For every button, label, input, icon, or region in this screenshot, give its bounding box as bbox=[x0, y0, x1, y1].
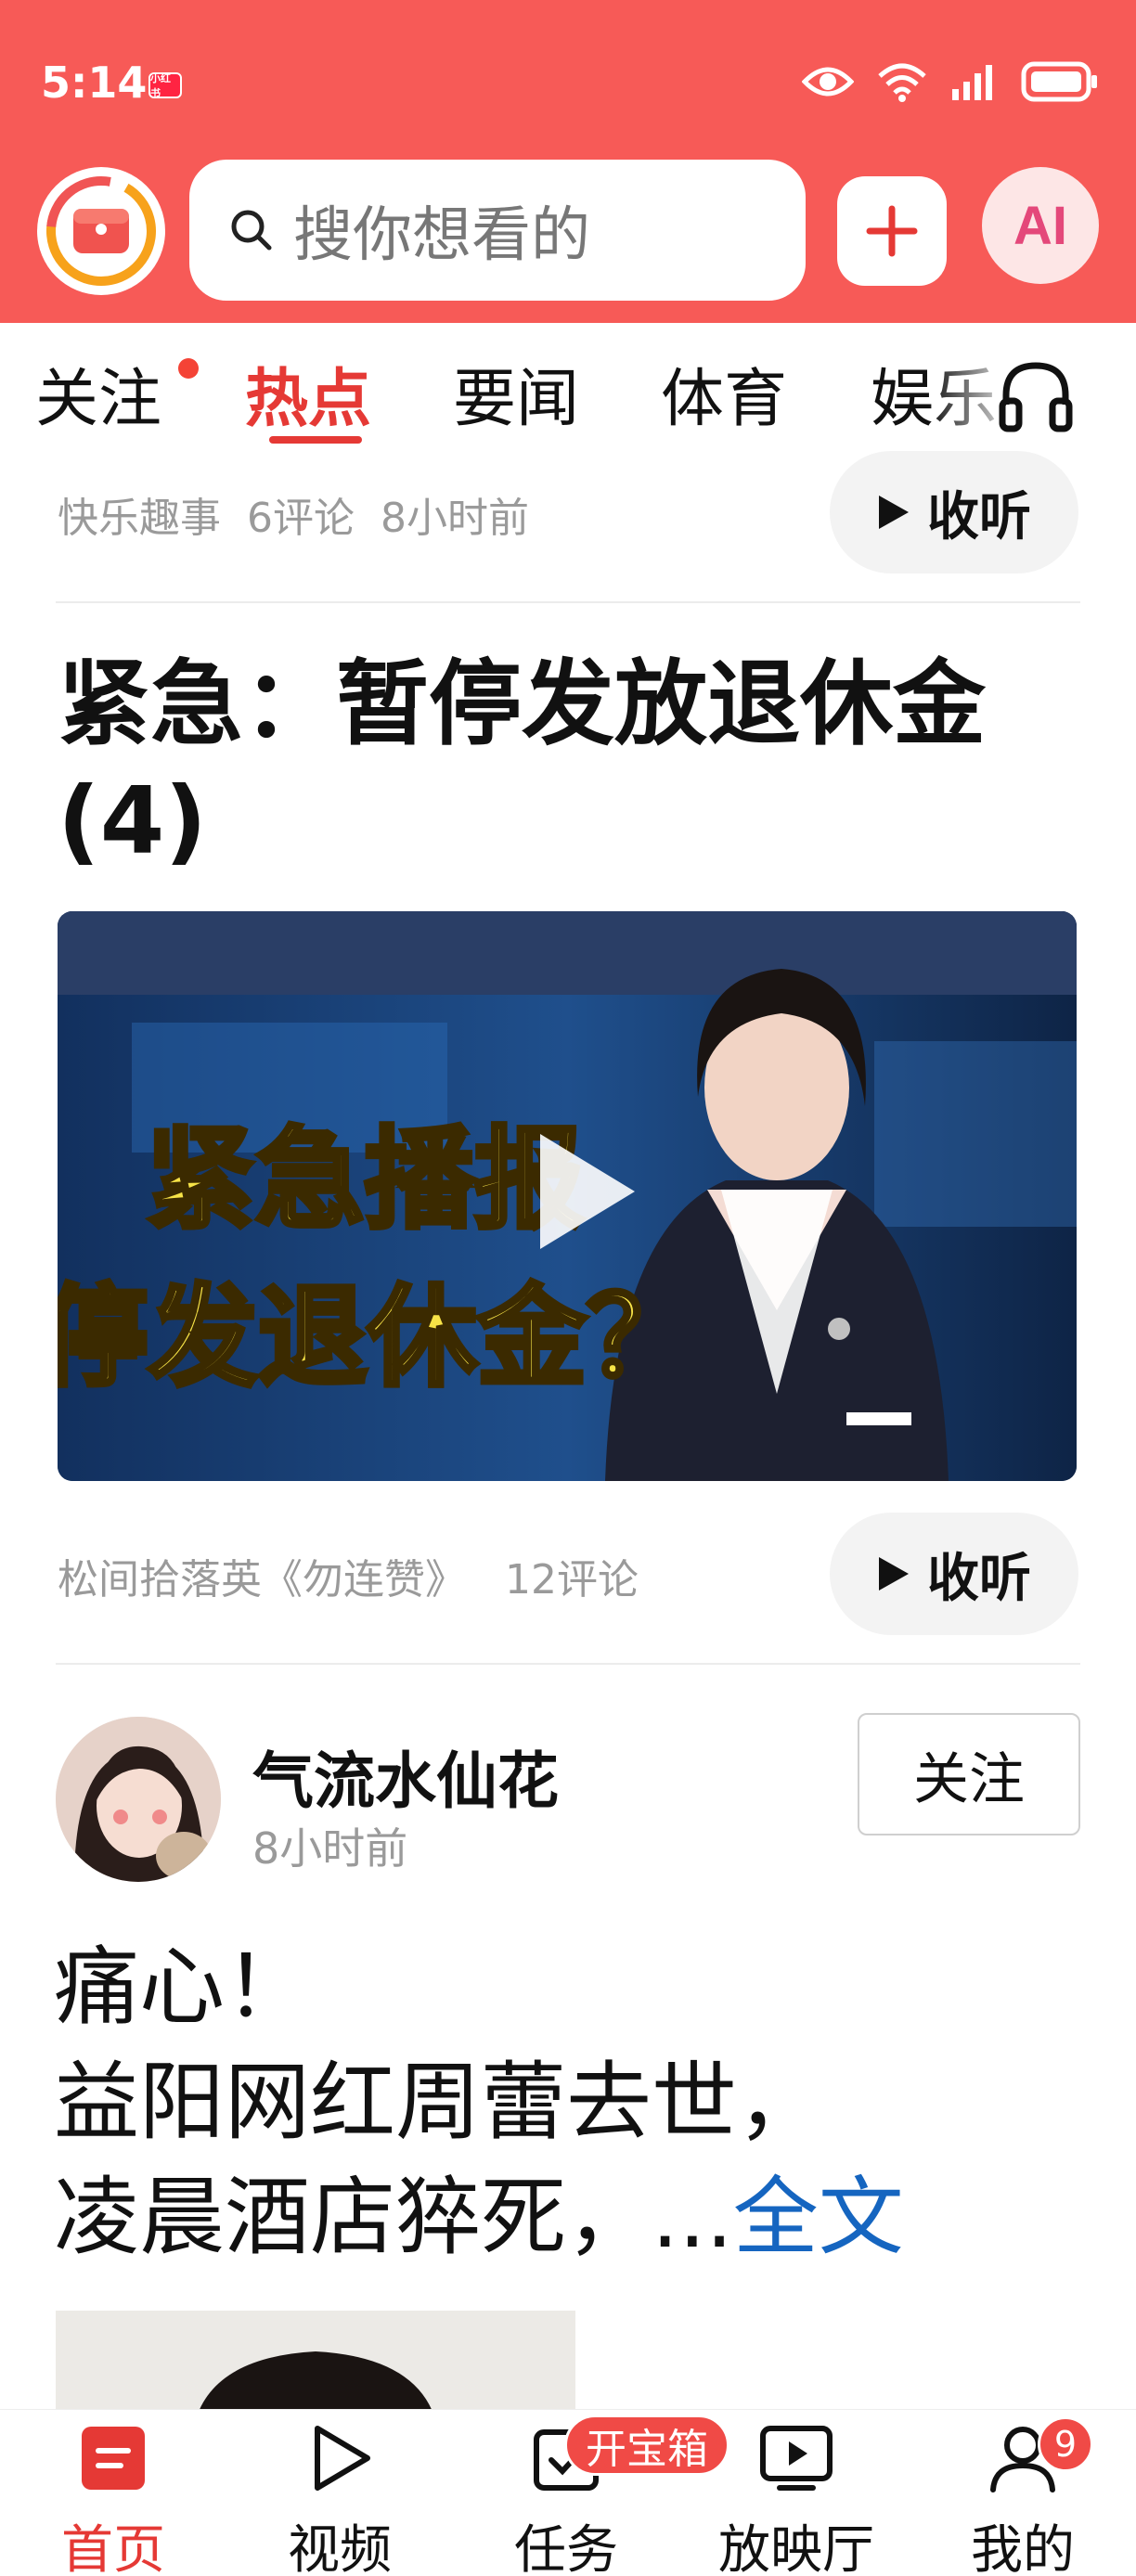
item2-source: 松间拾落英《勿连赞》 bbox=[58, 1556, 466, 1604]
post-image[interactable] bbox=[56, 2311, 575, 2422]
nav-cinema-label: 放映厅 bbox=[718, 2520, 874, 2576]
item1-listen-label: 收听 bbox=[927, 486, 1031, 547]
status-bar: 5:14 小红书 bbox=[0, 0, 1136, 167]
item1-source: 快乐趣事 bbox=[58, 495, 221, 542]
nav-profile-label: 我的 bbox=[971, 2520, 1075, 2576]
home-icon bbox=[82, 2427, 145, 2490]
nav-home[interactable]: 首页 bbox=[20, 2410, 206, 2576]
search-placeholder: 搜你想看的 bbox=[293, 201, 590, 270]
app-logo-icon bbox=[46, 175, 156, 286]
app-logo[interactable] bbox=[37, 167, 165, 295]
item2-comments: 12评论 bbox=[504, 1556, 639, 1604]
nav-cinema[interactable]: 放映厅 bbox=[704, 2410, 889, 2576]
author-name[interactable]: 气流水仙花 bbox=[252, 1732, 559, 1821]
active-tab-indicator bbox=[269, 436, 362, 444]
tab-follow[interactable]: 关注 bbox=[35, 347, 161, 439]
post-text-line: 益阳网红周蕾去世， bbox=[54, 2053, 823, 2152]
item2-listen-label: 收听 bbox=[927, 1548, 1031, 1609]
item1-meta: 快乐趣事 6评论 8小时前 bbox=[58, 484, 529, 544]
eye-icon bbox=[802, 67, 854, 97]
nav-video[interactable]: 视频 bbox=[247, 2410, 432, 2576]
video-overlay-line2: 停发退休金？ bbox=[58, 1273, 696, 1401]
ai-assistant-button[interactable]: AI bbox=[982, 167, 1099, 284]
post-text-line: 凌晨酒店猝死，...全文 bbox=[54, 2160, 1084, 2275]
tab-news[interactable]: 要闻 bbox=[453, 347, 579, 439]
wifi-icon bbox=[878, 63, 926, 102]
video-play-icon bbox=[315, 2426, 370, 2491]
plus-icon bbox=[866, 205, 918, 257]
post-text[interactable]: 痛心！ 益阳网红周蕾去世， 凌晨酒店猝死，...全文 bbox=[54, 1930, 1084, 2275]
tab-sports[interactable]: 体育 bbox=[661, 347, 787, 439]
nav-video-label: 视频 bbox=[288, 2520, 392, 2576]
avatar[interactable] bbox=[56, 1717, 221, 1882]
tab-hot[interactable]: 热点 bbox=[245, 347, 371, 439]
status-icons bbox=[802, 61, 1099, 102]
cinema-icon bbox=[760, 2426, 833, 2491]
search-icon bbox=[231, 210, 272, 251]
item2-listen-button[interactable]: 收听 bbox=[830, 1513, 1078, 1635]
item1-listen-button[interactable]: 收听 bbox=[830, 451, 1078, 573]
status-time: 5:14 bbox=[41, 58, 148, 108]
publish-button[interactable] bbox=[837, 176, 947, 286]
app-header: 5:14 小红书 搜你想看的 AI bbox=[0, 0, 1136, 323]
app-notification-icon: 小红书 bbox=[148, 72, 182, 99]
channel-tabs: 关注 热点 要闻 体育 娱乐 bbox=[0, 325, 1136, 455]
item1-time: 8小时前 bbox=[380, 495, 529, 542]
play-icon bbox=[879, 496, 909, 529]
search-input[interactable]: 搜你想看的 bbox=[189, 160, 806, 301]
notification-count-badge: 9 bbox=[1038, 2416, 1093, 2472]
treasure-box-badge[interactable]: 开宝箱 bbox=[564, 2415, 729, 2476]
item1-comments: 6评论 bbox=[246, 495, 355, 542]
read-more-link[interactable]: 全文 bbox=[733, 2168, 904, 2267]
follow-button[interactable]: 关注 bbox=[858, 1713, 1080, 1835]
divider bbox=[56, 1663, 1080, 1665]
battery-icon bbox=[1021, 61, 1097, 102]
nav-task-label: 任务 bbox=[514, 2520, 618, 2576]
divider bbox=[56, 601, 1080, 603]
headphone-icon[interactable] bbox=[997, 356, 1075, 434]
avatar-image bbox=[56, 1717, 221, 1882]
item2-meta: 松间拾落英《勿连赞》 12评论 bbox=[58, 1546, 639, 1605]
nav-home-label: 首页 bbox=[61, 2520, 165, 2576]
post-time: 8小时前 bbox=[252, 1823, 408, 1874]
video-overlay-line1: 紧急播报 bbox=[146, 1115, 584, 1243]
item2-title[interactable]: 紧急：暂停发放退休金(4) bbox=[58, 646, 1088, 880]
post-text-line-3: 凌晨酒店猝死，... bbox=[54, 2168, 733, 2267]
post-image-content bbox=[56, 2311, 575, 2422]
signal-icon bbox=[952, 65, 992, 100]
item2-video-thumbnail[interactable]: 紧急播报 停发退休金？ bbox=[58, 911, 1077, 1481]
play-icon bbox=[879, 1557, 909, 1591]
new-content-dot bbox=[178, 358, 199, 379]
video-play-overlay-icon bbox=[540, 1134, 635, 1249]
post-text-line: 痛心！ bbox=[54, 1938, 311, 2037]
